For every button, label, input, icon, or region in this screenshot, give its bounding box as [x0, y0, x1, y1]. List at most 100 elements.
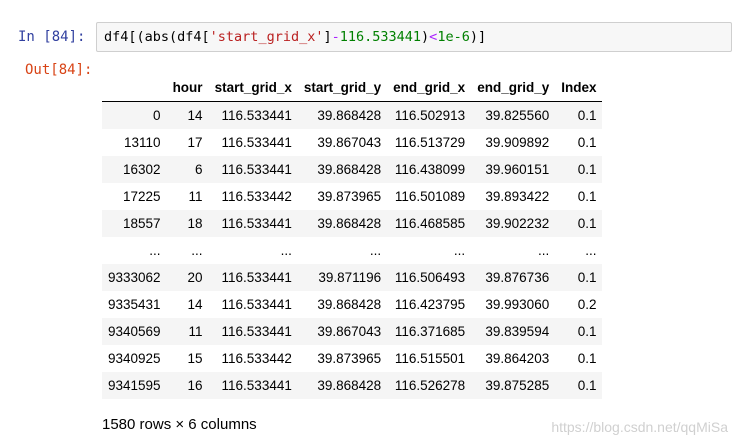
row-index-cell: 16302: [123, 162, 161, 177]
table-cell: 39.868428: [317, 378, 382, 393]
table-cell: 39.871196: [318, 270, 382, 285]
code-token: ): [421, 29, 430, 45]
table-cell: ...: [280, 243, 292, 258]
table-cell: 18: [187, 216, 203, 231]
table-row: 9340569 11 116.533441 39.867043 116.371685 39…: [102, 318, 603, 345]
table-cell: 39.876736: [485, 270, 550, 285]
table-row: 17225 11 116.533442 39.873965 116.501089 39.8…: [102, 183, 602, 210]
table-cell: 0.1: [577, 162, 597, 177]
row-index-cell: 9340569: [108, 324, 161, 339]
table-row: 9333062 20 116.533441 39.871196 116.506493 39…: [102, 264, 603, 291]
table-cell: 39.864203: [485, 351, 550, 366]
table-body: 0 14 116.533441 39.868428 116.502913 39.82556…: [102, 101, 603, 399]
column-header: start_grid_y: [303, 80, 382, 95]
dataframe-shape: 1580 rows × 6 columns: [102, 416, 257, 433]
table-row: 16302 6 116.533441 39.868428 116.438099 39.96…: [102, 156, 603, 183]
table-cell: ...: [369, 243, 382, 258]
code-token: )]: [469, 29, 487, 45]
code-token: df4[(abs(df4[: [104, 29, 210, 45]
column-header: end_grid_y: [477, 80, 550, 95]
code-number-token: 1e-6: [437, 29, 470, 45]
table-cell: 14: [187, 297, 203, 312]
table-cell: 6: [195, 162, 203, 177]
table-cell: 17: [187, 135, 203, 150]
table-cell: 39.993060: [485, 297, 550, 312]
row-index-cell: 18557: [123, 216, 161, 231]
table-cell: 39.875285: [485, 378, 550, 393]
code-number-token: 116.533441: [339, 29, 422, 45]
table-cell: 116.468585: [394, 216, 466, 231]
table-cell: 14: [187, 108, 203, 123]
table-cell: 39.873965: [317, 351, 382, 366]
table-cell: 116.533441: [221, 162, 292, 177]
table-cell: ...: [537, 243, 550, 258]
table-row: 0 14 116.533441 39.868428 116.502913 39.82556…: [102, 101, 603, 129]
table-cell: 0.1: [577, 270, 597, 285]
code-line: df4[(abs(df4['start_grid_x']-116.533441)…: [104, 29, 486, 45]
column-header: start_grid_x: [214, 80, 292, 95]
table-cell: 116.502913: [394, 108, 466, 123]
code-cell-input[interactable]: df4[(abs(df4['start_grid_x']-116.533441)…: [96, 22, 732, 52]
code-token: ]: [323, 29, 332, 45]
code-string-token: 'start_grid_x': [209, 29, 324, 45]
row-index-cell: 9341595: [108, 378, 161, 393]
table-cell: 116.533442: [221, 189, 292, 204]
table-cell: 0.1: [577, 135, 597, 150]
table-cell: 116.371685: [394, 324, 466, 339]
table-row: 9341595 16 116.533441 39.868428 116.526278 39…: [102, 372, 603, 399]
column-header: Index: [561, 80, 597, 95]
row-index-cell: 0: [153, 108, 161, 123]
table-cell: 116.533441: [221, 324, 292, 339]
table-cell: 39.868428: [317, 108, 382, 123]
table-cell: 11: [188, 189, 203, 204]
table-cell: 116.533441: [221, 378, 292, 393]
row-index-cell: 9340925: [108, 351, 161, 366]
table-cell: 0.1: [577, 351, 597, 366]
table-header: hour start_grid_x start_grid_y end_grid_x en…: [102, 74, 603, 102]
table-cell: 39.825560: [485, 108, 550, 123]
table-cell: 39.893422: [485, 189, 550, 204]
table-cell: 116.506493: [394, 270, 466, 285]
dataframe-table: hour start_grid_x start_grid_y end_grid_x en…: [102, 74, 603, 399]
table-cell: 0.1: [577, 108, 597, 123]
table-cell: 39.868428: [317, 216, 382, 231]
table-cell: ...: [191, 243, 203, 258]
table-cell: 39.902232: [485, 216, 550, 231]
table-cell: 39.867043: [317, 324, 382, 339]
table-cell: 116.513729: [394, 135, 466, 150]
table-cell: 39.868428: [317, 297, 382, 312]
table-cell: 116.533441: [221, 216, 292, 231]
row-index-cell: 17225: [123, 189, 161, 204]
table-cell: 116.533441: [221, 270, 292, 285]
table-row: 13110 17 116.533441 39.867043 116.513729 39.9…: [102, 129, 602, 156]
table-cell: 0.2: [577, 297, 597, 312]
row-index-cell: ...: [149, 243, 161, 258]
table-cell: 39.873965: [317, 189, 382, 204]
table-cell: 0.1: [577, 189, 597, 204]
table-cell: 0.1: [577, 324, 597, 339]
column-header: hour: [172, 80, 203, 95]
table-cell: 39.868428: [317, 162, 382, 177]
table-cell: 116.438099: [394, 162, 466, 177]
index-column-header: [102, 74, 167, 102]
table-cell: 116.533441: [221, 135, 292, 150]
row-index-cell: 9333062: [108, 270, 161, 285]
table-cell: 116.515501: [394, 351, 466, 366]
table-row: 18557 18 116.533441 39.868428 116.468585 39.9…: [102, 210, 603, 237]
table-row: .....................: [102, 237, 602, 264]
table-cell: 39.839594: [485, 324, 550, 339]
table-cell: 11: [188, 324, 203, 339]
table-cell: 116.533441: [221, 297, 292, 312]
header-row: hour start_grid_x start_grid_y end_grid_x en…: [102, 74, 603, 102]
table-cell: 20: [187, 270, 203, 285]
table-cell: 39.867043: [317, 135, 382, 150]
table-cell: 116.526278: [394, 378, 466, 393]
table-row: 9335431 14 116.533441 39.868428 116.423795 39…: [102, 291, 602, 318]
table-cell: ...: [585, 243, 597, 258]
watermark: https://blog.csdn.net/qqMiSa: [551, 419, 728, 435]
table-cell: 116.533441: [221, 108, 292, 123]
code-operator-token: -: [331, 29, 340, 45]
table-cell: 116.423795: [394, 297, 466, 312]
table-cell: 0.1: [577, 378, 597, 393]
table-cell: 15: [187, 351, 203, 366]
